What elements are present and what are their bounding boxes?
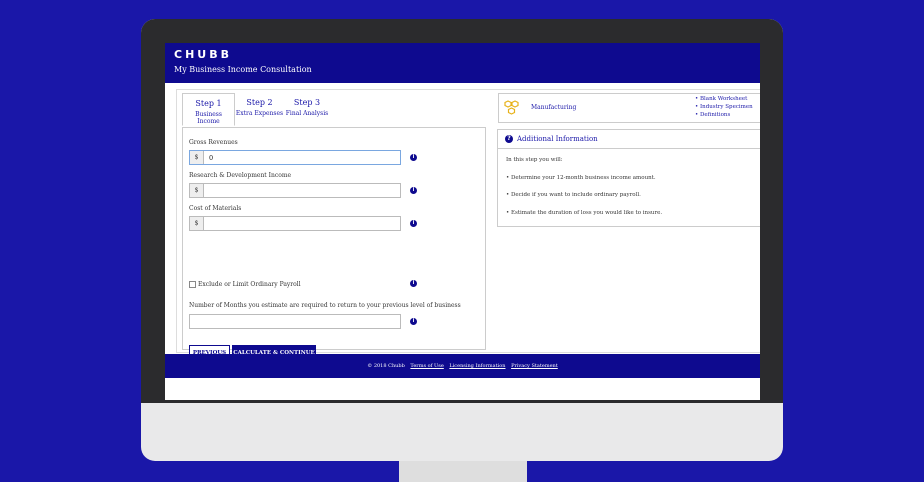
- additional-info-item: • Decide if you want to include ordinary…: [506, 192, 641, 198]
- app-title: My Business Income Consultation: [174, 65, 312, 74]
- cost-of-materials-input[interactable]: $: [189, 216, 401, 231]
- app-window: CHUBB My Business Income Consultation St…: [165, 43, 760, 400]
- dollar-prefix: $: [190, 184, 204, 197]
- monitor-bezel: CHUBB My Business Income Consultation St…: [141, 19, 783, 403]
- industry-name: Manufacturing: [531, 104, 577, 111]
- copyright-text: © 2018 Chubb: [367, 363, 405, 369]
- footer-row: © 2018 Chubb Terms of Use Licensing Info…: [165, 363, 760, 369]
- monitor-stand: [399, 461, 527, 482]
- rd-income-input[interactable]: $: [189, 183, 401, 198]
- tab-step-3[interactable]: Step 3 Final Analysis: [285, 93, 329, 124]
- tab-step-1[interactable]: Step 1 Business Income: [182, 93, 235, 126]
- step-tabs: Step 1 Business Income Step 2 Extra Expe…: [182, 93, 482, 126]
- info-icon[interactable]: i: [410, 318, 417, 325]
- tab-step-3-number: Step 3: [293, 98, 321, 107]
- months-input[interactable]: [189, 314, 401, 329]
- gross-revenues-value: 0: [209, 154, 214, 162]
- tab-step-1-number: Step 1: [195, 99, 222, 108]
- additional-info-panel: ? Additional Information In this step yo…: [497, 129, 760, 227]
- exclude-payroll-label: Exclude or Limit Ordinary Payroll: [198, 281, 301, 288]
- app-footer: © 2018 Chubb Terms of Use Licensing Info…: [165, 354, 760, 378]
- industry-specimen-link[interactable]: • Industry Specimen: [695, 103, 753, 111]
- industry-panel: Manufacturing • Blank Worksheet • Indust…: [498, 93, 760, 123]
- dollar-prefix: $: [190, 217, 204, 230]
- licensing-information-link[interactable]: Licensing Information: [449, 363, 505, 369]
- blank-worksheet-link[interactable]: • Blank Worksheet: [695, 95, 753, 103]
- additional-info-intro: In this step you will:: [506, 157, 563, 163]
- info-icon[interactable]: i: [410, 154, 417, 161]
- exclude-payroll-checkbox[interactable]: [189, 281, 196, 288]
- resource-links: • Blank Worksheet • Industry Specimen • …: [695, 95, 753, 119]
- privacy-statement-link[interactable]: Privacy Statement: [511, 363, 558, 369]
- additional-info-item: • Determine your 12-month business incom…: [506, 175, 656, 181]
- additional-info-item: • Estimate the duration of loss you woul…: [506, 210, 663, 216]
- business-income-form: Gross Revenues $ 0 i Research & Developm…: [182, 127, 486, 361]
- info-icon[interactable]: i: [410, 187, 417, 194]
- honeycomb-icon: [504, 100, 519, 115]
- tab-step-2[interactable]: Step 2 Extra Expenses: [235, 93, 284, 124]
- cost-of-materials-label: Cost of Materials: [189, 205, 242, 212]
- question-icon: ?: [505, 135, 513, 143]
- info-icon[interactable]: i: [410, 280, 417, 287]
- rd-income-label: Research & Development Income: [189, 172, 292, 179]
- terms-of-use-link[interactable]: Terms of Use: [410, 363, 443, 369]
- additional-info-title: Additional Information: [517, 135, 598, 143]
- months-label: Number of Months you estimate are requir…: [189, 302, 461, 309]
- gross-revenues-input[interactable]: $ 0: [189, 150, 401, 165]
- app-header: CHUBB My Business Income Consultation: [165, 43, 760, 83]
- definitions-link[interactable]: • Definitions: [695, 111, 753, 119]
- info-icon[interactable]: i: [410, 220, 417, 227]
- monitor: CHUBB My Business Income Consultation St…: [141, 19, 783, 461]
- tab-step-2-number: Step 2: [246, 98, 273, 107]
- chubb-logo: CHUBB: [174, 48, 232, 61]
- gross-revenues-label: Gross Revenues: [189, 139, 238, 146]
- dollar-prefix: $: [190, 151, 204, 164]
- tab-step-2-label: Extra Expenses: [235, 110, 284, 117]
- additional-info-header: ? Additional Information: [498, 130, 760, 149]
- tab-step-1-label: Business Income: [195, 111, 222, 125]
- tab-step-3-label: Final Analysis: [285, 110, 329, 117]
